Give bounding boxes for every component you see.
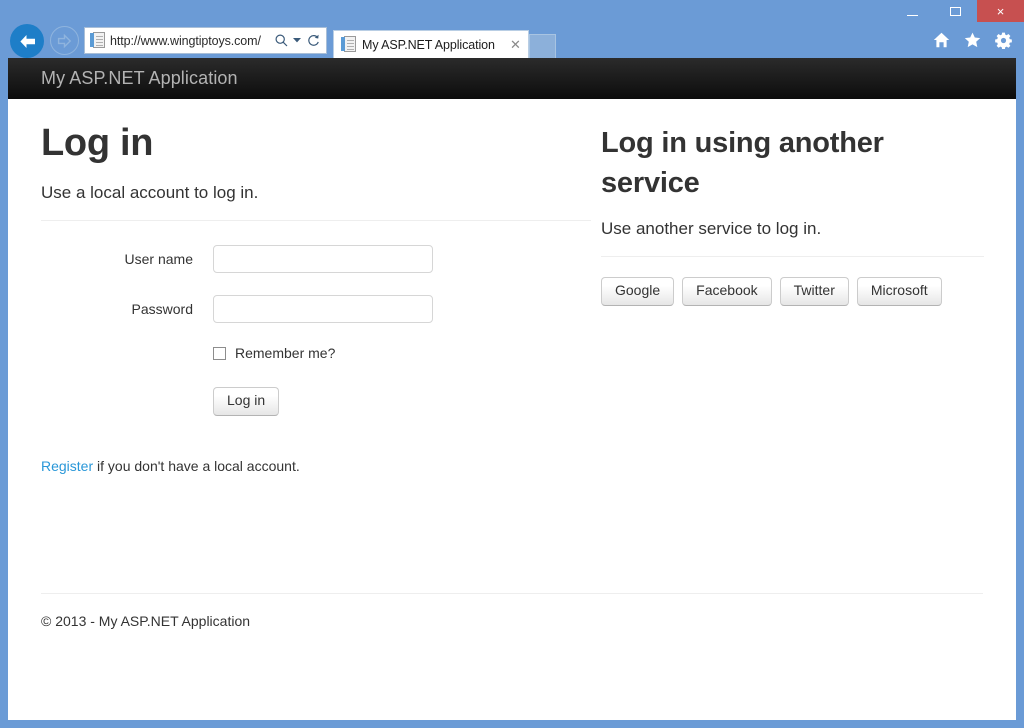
window-controls: × [891,0,1024,22]
external-login-title: Log in using another service [601,123,984,203]
maximize-button[interactable] [934,0,977,22]
favorites-icon[interactable] [963,30,982,50]
twitter-login-button[interactable]: Twitter [780,277,849,305]
content-row: Log in Use a local account to log in. Us… [41,99,983,474]
local-login-subtitle: Use a local account to log in. [41,183,591,203]
forward-button[interactable] [50,26,79,55]
user-name-label: User name [41,251,213,267]
user-name-row: User name [41,245,591,273]
content-container: Log in Use a local account to log in. Us… [8,99,1016,629]
close-icon: × [997,5,1005,18]
minimize-button[interactable] [891,0,934,22]
log-in-button[interactable]: Log in [213,387,279,415]
search-icon[interactable] [271,29,291,53]
google-login-button[interactable]: Google [601,277,674,305]
local-login-panel: Log in Use a local account to log in. Us… [41,123,591,474]
register-link[interactable]: Register [41,458,93,474]
register-paragraph: Register if you don't have a local accou… [41,458,591,474]
external-login-panel: Log in using another service Use another… [601,123,984,474]
external-login-divider [601,256,984,257]
external-login-subtitle: Use another service to log in. [601,219,984,239]
register-text: if you don't have a local account. [93,458,300,474]
tab-page-icon [341,36,357,53]
settings-icon[interactable] [994,30,1013,50]
user-name-input[interactable] [213,245,433,273]
submit-row: Log in [213,387,591,415]
login-form: User name Password Remember me? [41,245,591,473]
page-document-icon [90,32,106,49]
chevron-down-icon[interactable] [291,29,303,53]
tab-strip: My ASP.NET Application ✕ [333,27,556,58]
site-navbar: My ASP.NET Application [8,58,1016,99]
refresh-icon[interactable] [303,29,323,53]
home-icon[interactable] [932,30,951,50]
browser-tools [932,30,1013,50]
footer-text: © 2013 - My ASP.NET Application [41,613,983,629]
back-arrow-icon [18,33,37,50]
new-tab-button[interactable] [529,34,556,58]
url-text[interactable]: http://www.wingtiptoys.com/ [110,34,271,48]
remember-me-checkbox[interactable] [213,347,226,360]
minimize-icon [907,15,918,16]
remember-me-row: Remember me? [213,345,591,361]
page-viewport: My ASP.NET Application Log in Use a loca… [8,58,1016,720]
browser-titlebar: × http://www.wingtiptoys.com/ [0,0,1024,58]
close-window-button[interactable]: × [977,0,1024,22]
footer-divider [41,593,983,594]
tab-close-icon[interactable]: ✕ [507,36,524,53]
tab-title: My ASP.NET Application [362,38,507,52]
page-title: Log in [41,123,591,165]
site-brand[interactable]: My ASP.NET Application [41,68,238,89]
address-bar[interactable]: http://www.wingtiptoys.com/ [84,27,327,54]
password-label: Password [41,301,213,317]
local-login-divider [41,220,591,221]
facebook-login-button[interactable]: Facebook [682,277,771,305]
maximize-icon [950,7,961,16]
microsoft-login-button[interactable]: Microsoft [857,277,942,305]
external-provider-buttons: Google Facebook Twitter Microsoft [601,277,984,305]
browser-tab[interactable]: My ASP.NET Application ✕ [333,30,529,58]
back-button[interactable] [10,24,44,58]
browser-window: × http://www.wingtiptoys.com/ [0,0,1024,728]
password-row: Password [41,295,591,323]
site-footer: © 2013 - My ASP.NET Application [41,593,983,629]
remember-me-label[interactable]: Remember me? [235,345,335,361]
password-input[interactable] [213,295,433,323]
forward-arrow-icon [57,34,72,48]
